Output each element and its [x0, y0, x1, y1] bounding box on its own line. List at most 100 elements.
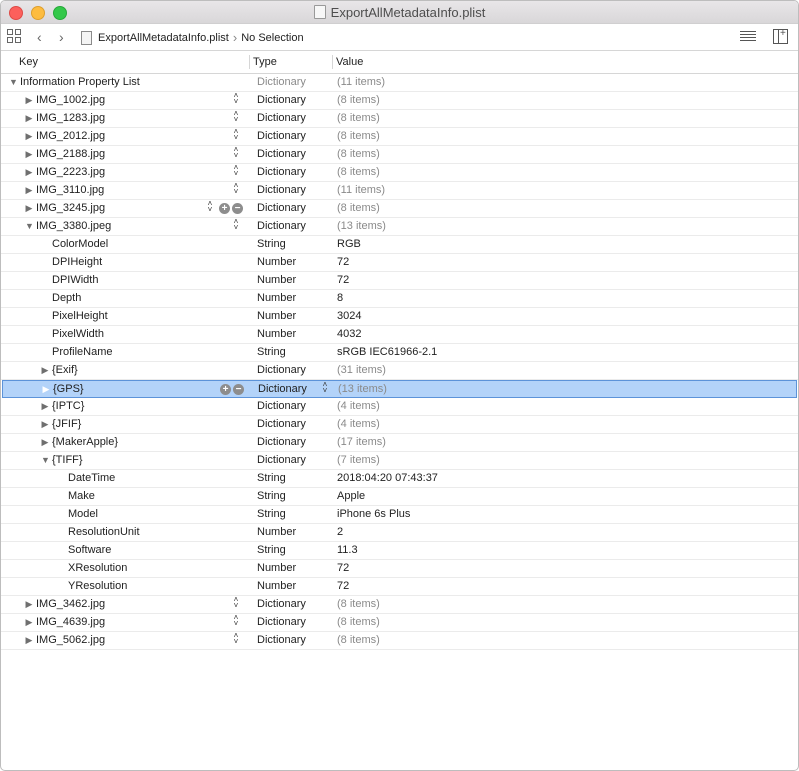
row-type[interactable]: Number	[257, 560, 296, 577]
row-key[interactable]: IMG_5062.jpg	[36, 632, 105, 649]
plist-row[interactable]: ▶ IMG_3245.jpg + − ˄ ˅ Dictionary (8 items)	[1, 200, 798, 218]
row-key[interactable]: {TIFF}	[52, 452, 83, 469]
row-key[interactable]: PixelHeight	[52, 308, 108, 325]
row-key[interactable]: DPIWidth	[52, 272, 98, 289]
plist-row[interactable]: ▶ IMG_1002.jpg ˄ ˅ Dictionary (8 items)	[1, 92, 798, 110]
row-value[interactable]: (11 items)	[337, 182, 385, 199]
row-key[interactable]: {MakerApple}	[52, 434, 118, 451]
disclosure-closed-icon[interactable]: ▶	[25, 146, 33, 163]
type-stepper-icon[interactable]: ˄ ˅	[321, 381, 329, 396]
plist-row[interactable]: ▶ {MakerApple} Dictionary (17 items)	[1, 434, 798, 452]
key-stepper-icon[interactable]: ˄ ˅	[232, 128, 240, 143]
row-value[interactable]: (8 items)	[337, 164, 380, 181]
plist-row[interactable]: Software String 11.3	[1, 542, 798, 560]
disclosure-closed-icon[interactable]: ▶	[25, 182, 33, 199]
remove-item-button[interactable]: −	[233, 384, 244, 395]
plist-row[interactable]: Make String Apple	[1, 488, 798, 506]
row-key[interactable]: ProfileName	[52, 344, 113, 361]
editor-lines-icon[interactable]	[740, 31, 756, 43]
row-type[interactable]: String	[257, 236, 286, 253]
row-value[interactable]: sRGB IEC61966-2.1	[337, 344, 437, 361]
row-type[interactable]: String	[257, 488, 286, 505]
key-stepper-icon[interactable]: ˄ ˅	[232, 92, 240, 107]
plist-row[interactable]: PixelHeight Number 3024	[1, 308, 798, 326]
row-value[interactable]: (8 items)	[337, 596, 380, 613]
row-value[interactable]: (8 items)	[337, 146, 380, 163]
plist-row[interactable]: ▶ {GPS} + − Dictionary ˄ ˅ (13 items)	[2, 380, 797, 398]
disclosure-closed-icon[interactable]: ▶	[41, 434, 49, 451]
plist-row[interactable]: YResolution Number 72	[1, 578, 798, 596]
row-type[interactable]: Number	[257, 524, 296, 541]
row-type[interactable]: String	[257, 344, 286, 361]
plist-row[interactable]: ▶ IMG_4639.jpg ˄ ˅ Dictionary (8 items)	[1, 614, 798, 632]
row-value[interactable]: (8 items)	[337, 200, 380, 217]
disclosure-closed-icon[interactable]: ▶	[25, 110, 33, 127]
key-stepper-icon[interactable]: ˄ ˅	[232, 110, 240, 125]
disclosure-closed-icon[interactable]: ▶	[25, 596, 33, 613]
plist-row[interactable]: ColorModel String RGB	[1, 236, 798, 254]
key-stepper-icon[interactable]: ˄ ˅	[206, 200, 214, 215]
remove-item-button[interactable]: −	[232, 203, 243, 214]
related-items-grid-icon[interactable]	[7, 29, 21, 43]
row-value[interactable]: 8	[337, 290, 343, 307]
row-type[interactable]: Dictionary	[258, 381, 307, 398]
row-value[interactable]: (8 items)	[337, 110, 380, 127]
breadcrumb-file[interactable]: ExportAllMetadataInfo.plist	[98, 32, 229, 44]
row-key[interactable]: IMG_3462.jpg	[36, 596, 105, 613]
row-type[interactable]: Number	[257, 290, 296, 307]
disclosure-closed-icon[interactable]: ▶	[41, 398, 49, 415]
key-stepper-icon[interactable]: ˄ ˅	[232, 182, 240, 197]
row-type[interactable]: Dictionary	[257, 452, 306, 469]
value-column-header[interactable]: Value	[336, 56, 363, 68]
row-type[interactable]: Dictionary	[257, 398, 306, 415]
plist-row[interactable]: Depth Number 8	[1, 290, 798, 308]
row-key[interactable]: IMG_3245.jpg	[36, 200, 105, 217]
plist-row[interactable]: ▼ Information Property List Dictionary (11 …	[1, 74, 798, 92]
row-value[interactable]: (8 items)	[337, 92, 380, 109]
disclosure-closed-icon[interactable]: ▶	[41, 362, 49, 379]
key-stepper-icon[interactable]: ˄ ˅	[232, 164, 240, 179]
row-type[interactable]: Dictionary	[257, 74, 306, 91]
plist-row[interactable]: ▶ IMG_2188.jpg ˄ ˅ Dictionary (8 items)	[1, 146, 798, 164]
row-key[interactable]: YResolution	[68, 578, 127, 595]
row-type[interactable]: Number	[257, 578, 296, 595]
row-key[interactable]: IMG_1283.jpg	[36, 110, 105, 127]
row-key[interactable]: IMG_2223.jpg	[36, 164, 105, 181]
plist-row[interactable]: ▶ {JFIF} Dictionary (4 items)	[1, 416, 798, 434]
plist-row[interactable]: ▶ IMG_3462.jpg ˄ ˅ Dictionary (8 items)	[1, 596, 798, 614]
disclosure-closed-icon[interactable]: ▶	[25, 164, 33, 181]
row-value[interactable]: Apple	[337, 488, 365, 505]
column-divider[interactable]	[332, 55, 333, 69]
row-key[interactable]: ResolutionUnit	[68, 524, 140, 541]
row-value[interactable]: (7 items)	[337, 452, 380, 469]
row-type[interactable]: Dictionary	[257, 146, 306, 163]
disclosure-closed-icon[interactable]: ▶	[25, 92, 33, 109]
row-type[interactable]: String	[257, 542, 286, 559]
row-type[interactable]: Dictionary	[257, 164, 306, 181]
key-stepper-icon[interactable]: ˄ ˅	[232, 146, 240, 161]
row-key[interactable]: DPIHeight	[52, 254, 102, 271]
disclosure-open-icon[interactable]: ▼	[25, 218, 34, 235]
row-value[interactable]: (13 items)	[338, 381, 387, 398]
disclosure-closed-icon[interactable]: ▶	[41, 416, 49, 433]
row-key[interactable]: Information Property List	[20, 74, 140, 91]
row-type[interactable]: String	[257, 506, 286, 523]
row-key[interactable]: Make	[68, 488, 95, 505]
row-key[interactable]: XResolution	[68, 560, 127, 577]
row-key[interactable]: ColorModel	[52, 236, 108, 253]
plist-row[interactable]: PixelWidth Number 4032	[1, 326, 798, 344]
plist-row[interactable]: ▼ {TIFF} Dictionary (7 items)	[1, 452, 798, 470]
row-key[interactable]: {GPS}	[53, 381, 84, 398]
chevron-right-icon[interactable]: ›	[59, 29, 64, 45]
row-key[interactable]: {JFIF}	[52, 416, 81, 433]
plist-row[interactable]: ▶ {IPTC} Dictionary (4 items)	[1, 398, 798, 416]
row-key[interactable]: IMG_3110.jpg	[36, 182, 104, 199]
disclosure-closed-icon[interactable]: ▶	[25, 128, 33, 145]
row-value[interactable]: (4 items)	[337, 416, 380, 433]
row-key[interactable]: IMG_3380.jpeg	[36, 218, 111, 235]
row-type[interactable]: Dictionary	[257, 92, 306, 109]
row-type[interactable]: String	[257, 470, 286, 487]
key-stepper-icon[interactable]: ˄ ˅	[232, 632, 240, 647]
row-key[interactable]: Model	[68, 506, 98, 523]
row-key[interactable]: Software	[68, 542, 111, 559]
